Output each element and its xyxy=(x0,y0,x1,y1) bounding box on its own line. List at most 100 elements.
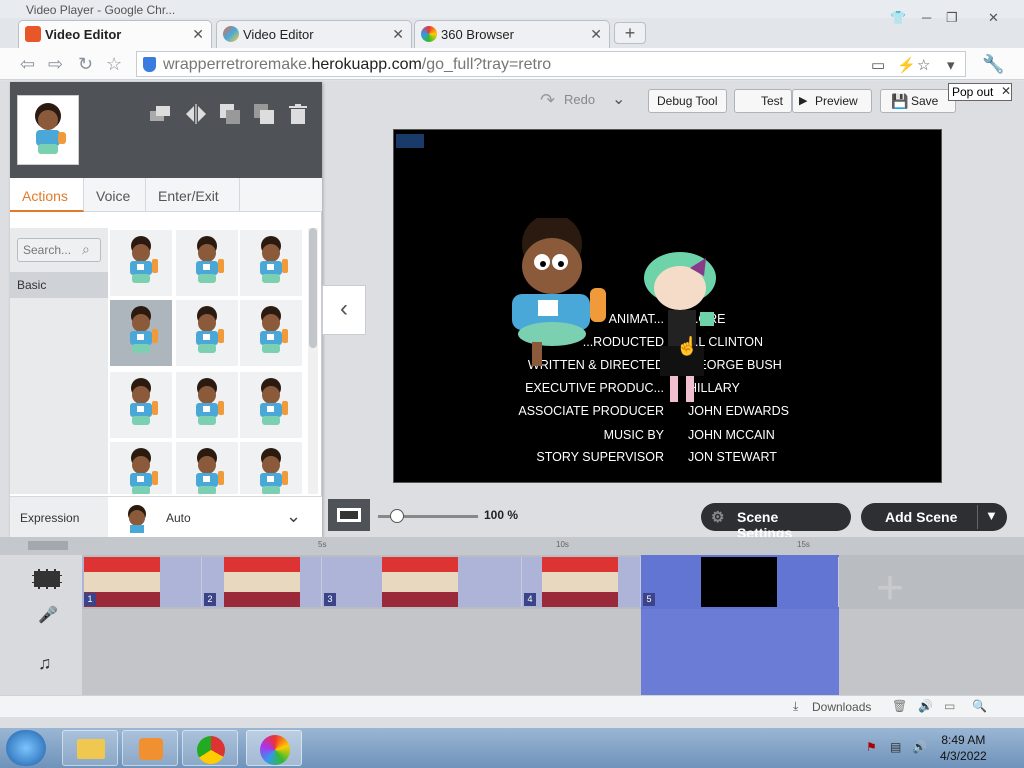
close-icon[interactable]: ✕ xyxy=(1001,84,1011,98)
action-thumbnail[interactable] xyxy=(176,442,238,494)
search-icon[interactable]: ⌕ xyxy=(82,241,90,258)
action-thumbnail[interactable] xyxy=(240,442,302,494)
chevron-down-icon[interactable]: ⌄ xyxy=(612,89,625,109)
scene-settings-button[interactable]: ⚙ Scene Settings xyxy=(701,503,851,541)
send-backward-icon[interactable] xyxy=(218,102,242,126)
collapse-panel-button[interactable]: ‹ xyxy=(322,285,366,335)
zoom-icon[interactable]: 🔍 xyxy=(972,699,987,713)
tab-360-browser[interactable]: 360 Browser ✕ xyxy=(414,20,610,48)
downloads-button[interactable]: Downloads xyxy=(812,700,871,714)
boy-character[interactable] xyxy=(498,218,618,368)
trash-icon[interactable] xyxy=(286,102,310,126)
action-thumbnail[interactable] xyxy=(240,230,302,296)
camera-view-button[interactable] xyxy=(328,499,370,531)
chevron-down-icon[interactable]: ⌄ xyxy=(286,506,301,527)
action-thumbnail[interactable] xyxy=(110,230,172,296)
close-tab-icon[interactable]: ✕ xyxy=(192,26,204,43)
scroll-thumb[interactable] xyxy=(309,228,317,348)
speaker-icon[interactable]: 🔊 xyxy=(918,699,933,713)
test-button[interactable]: Test xyxy=(734,89,792,113)
action-thumbnail[interactable] xyxy=(176,230,238,296)
user-icon[interactable]: 👕 xyxy=(890,10,906,26)
favorite-star-icon[interactable]: ☆ xyxy=(917,56,930,74)
bring-forward-icon[interactable] xyxy=(252,102,276,126)
redo-button[interactable]: Redo xyxy=(564,92,595,107)
action-thumbnail[interactable] xyxy=(110,300,172,366)
explorer-taskbar-button[interactable] xyxy=(62,730,118,766)
scene-clip[interactable]: 4 xyxy=(522,557,641,607)
close-tab-icon[interactable]: ✕ xyxy=(590,26,602,43)
blocked-popup-icon[interactable]: ▭ xyxy=(871,56,885,74)
action-grid xyxy=(110,228,304,494)
panel-header xyxy=(10,82,322,178)
media-player-taskbar-button[interactable] xyxy=(122,730,178,766)
back-icon[interactable]: ⇦ xyxy=(20,54,35,75)
search-input[interactable]: Search... ⌕ xyxy=(17,238,101,262)
chrome-taskbar-button[interactable] xyxy=(182,730,238,766)
dropdown-icon[interactable]: ▾ xyxy=(947,56,955,74)
scene-clip[interactable]: 2 xyxy=(202,557,322,607)
timeline-ruler[interactable]: 5s 10s 15s xyxy=(0,537,1024,555)
add-scene-button[interactable]: Add Scene ▼ xyxy=(861,503,1007,531)
tab-actions[interactable]: Actions xyxy=(10,178,84,212)
security-shield-icon xyxy=(143,57,156,72)
action-thumbnail[interactable] xyxy=(110,442,172,494)
close-tab-icon[interactable]: ✕ xyxy=(392,26,404,43)
swap-icon[interactable] xyxy=(148,102,172,126)
app-favicon-icon xyxy=(25,26,41,42)
search-placeholder: Search... xyxy=(23,243,72,257)
save-button[interactable]: 💾 Save xyxy=(880,89,956,113)
trash-icon[interactable]: 🗑 xyxy=(892,699,907,713)
audio-tracks[interactable] xyxy=(82,609,1024,695)
character-thumbnail[interactable] xyxy=(17,95,79,165)
scene-thumbnail xyxy=(701,557,777,607)
start-button[interactable] xyxy=(6,730,46,766)
zoom-slider-knob[interactable] xyxy=(390,509,404,523)
preview-button[interactable]: ▶ Preview xyxy=(792,89,872,113)
action-thumbnail[interactable] xyxy=(176,372,238,438)
wrench-menu-icon[interactable]: 🔧 xyxy=(982,54,1004,75)
pop-out-button[interactable]: Pop out ✕ xyxy=(948,83,1012,101)
close-window-icon[interactable]: ✕ xyxy=(988,10,999,26)
action-thumbnail[interactable] xyxy=(240,300,302,366)
new-tab-button[interactable]: + xyxy=(614,22,646,44)
360-browser-taskbar-button[interactable] xyxy=(246,730,302,766)
bookmark-star-icon[interactable]: ☆ xyxy=(106,54,122,75)
forward-icon[interactable]: ⇨ xyxy=(48,54,63,75)
system-clock[interactable]: 8:49 AM 4/3/2022 xyxy=(940,732,987,764)
girl-character[interactable] xyxy=(630,248,730,418)
scene-stage[interactable]: ANIMAT......ORE...RODUCTED...L CLINTONWR… xyxy=(393,129,942,483)
timeline-handle[interactable] xyxy=(28,541,68,550)
tab-video-editor-2[interactable]: Video Editor ✕ xyxy=(216,20,412,48)
action-thumbnail[interactable] xyxy=(110,372,172,438)
chevron-down-icon[interactable]: ▼ xyxy=(985,508,998,523)
video-editor-app: ↷ Redo ⌄ Debug Tool Test ▶ Preview 💾 Sav… xyxy=(0,81,1024,728)
scene-clip[interactable]: 3 xyxy=(322,557,522,607)
flip-icon[interactable] xyxy=(184,102,208,126)
notification-flag-icon[interactable]: ⚑ xyxy=(866,740,877,754)
scrollbar[interactable] xyxy=(308,228,318,494)
add-scene-plus-icon[interactable]: + xyxy=(876,561,904,616)
category-basic[interactable]: Basic xyxy=(10,272,108,298)
redo-icon[interactable]: ↷ xyxy=(540,90,555,111)
action-thumbnail[interactable] xyxy=(240,372,302,438)
minimize-icon[interactable]: ─ xyxy=(922,10,931,25)
tab-enter-exit[interactable]: Enter/Exit xyxy=(146,178,240,212)
scene-clip[interactable]: 1 xyxy=(82,557,202,607)
network-icon[interactable]: ▤ xyxy=(890,740,901,754)
reload-icon[interactable]: ↻ xyxy=(78,54,93,75)
volume-icon[interactable]: 🔊 xyxy=(912,740,927,754)
nav-bar: ⇦ ⇨ ↻ ☆ wrapperretroremake.herokuapp.com… xyxy=(0,48,1024,80)
tab-video-editor-1[interactable]: Video Editor ✕ xyxy=(18,20,212,48)
pinwheel-favicon-icon xyxy=(223,26,239,42)
address-bar[interactable]: wrapperretroremake.herokuapp.com/go_full… xyxy=(136,51,966,77)
credit-name: JON STEWART xyxy=(688,450,777,464)
expression-row[interactable]: Expression Auto ⌄ xyxy=(10,496,322,539)
screen-icon[interactable]: ▭ xyxy=(944,699,955,713)
scene-clip[interactable]: 5 xyxy=(641,557,839,607)
lightning-icon[interactable]: ⚡ xyxy=(897,56,916,74)
tab-voice[interactable]: Voice xyxy=(84,178,146,212)
debug-tool-button[interactable]: Debug Tool xyxy=(648,89,727,113)
action-thumbnail[interactable] xyxy=(176,300,238,366)
restore-icon[interactable]: ❐ xyxy=(946,10,958,26)
